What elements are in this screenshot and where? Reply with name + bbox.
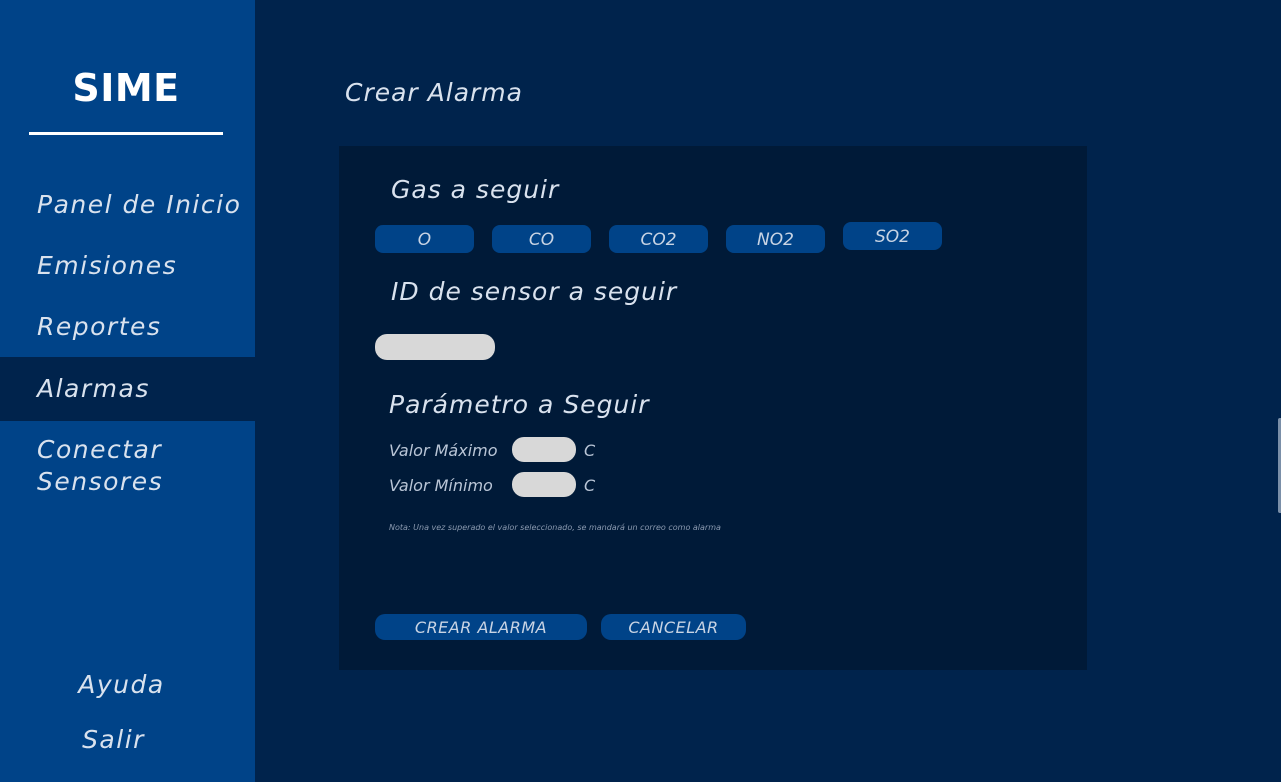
min-value-label: Valor Mínimo bbox=[389, 476, 493, 495]
logout-link[interactable]: Salir bbox=[0, 725, 241, 754]
gas-button-o[interactable]: O bbox=[375, 225, 474, 253]
help-link[interactable]: Ayuda bbox=[0, 670, 249, 699]
brand-logo: SIME bbox=[72, 66, 180, 110]
max-value-label: Valor Máximo bbox=[389, 441, 498, 460]
sidebar-item-alarmas[interactable]: Alarmas bbox=[0, 357, 255, 421]
sidebar: SIME Panel de Inicio Emisiones Reportes … bbox=[0, 0, 255, 782]
min-value-input[interactable] bbox=[512, 472, 576, 497]
gas-heading: Gas a seguir bbox=[391, 175, 560, 204]
cancel-button[interactable]: CANCELAR bbox=[601, 614, 746, 640]
max-value-unit: C bbox=[584, 441, 596, 460]
sidebar-item-emisiones[interactable]: Emisiones bbox=[0, 251, 255, 280]
gas-button-so2[interactable]: SO2 bbox=[843, 222, 942, 250]
gas-button-no2[interactable]: NO2 bbox=[726, 225, 825, 253]
brand-divider bbox=[29, 132, 223, 135]
gas-button-co[interactable]: CO bbox=[492, 225, 591, 253]
min-value-unit: C bbox=[584, 476, 596, 495]
max-value-input[interactable] bbox=[512, 437, 576, 462]
sensor-id-heading: ID de sensor a seguir bbox=[391, 277, 678, 306]
sidebar-item-panel-de-inicio[interactable]: Panel de Inicio bbox=[0, 190, 255, 219]
sidebar-item-reportes[interactable]: Reportes bbox=[0, 312, 255, 341]
parameter-heading: Parámetro a Seguir bbox=[389, 390, 650, 419]
alarm-note: Nota: Una vez superado el valor seleccio… bbox=[389, 523, 721, 532]
sensor-id-input[interactable] bbox=[375, 334, 495, 360]
sidebar-item-conectar-sensores[interactable]: Conectar Sensores bbox=[0, 434, 200, 498]
page-title: Crear Alarma bbox=[345, 78, 523, 107]
gas-button-co2[interactable]: CO2 bbox=[609, 225, 708, 253]
create-alarm-button[interactable]: CREAR ALARMA bbox=[375, 614, 587, 640]
